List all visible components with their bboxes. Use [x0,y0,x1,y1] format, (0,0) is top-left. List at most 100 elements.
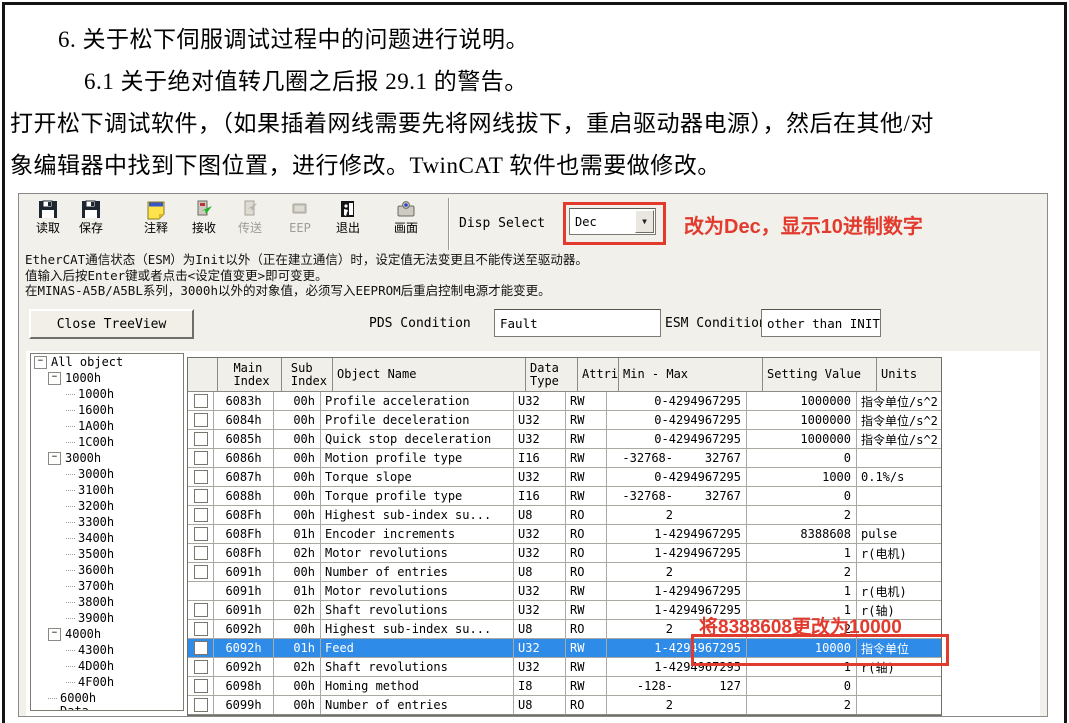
row-checkbox[interactable] [194,413,208,427]
collapse-minus-icon[interactable]: − [48,628,61,641]
tree-item-4f00h[interactable]: 4F00h [31,674,183,690]
min-value: 2 [607,698,673,712]
cell-min-max: 0-4294967295 [607,430,747,448]
table-row[interactable]: 608Fh01hEncoder incrementsU32RO1-4294967… [188,525,941,544]
row-checkbox[interactable] [194,546,208,560]
tree-item-4000h[interactable]: −4000h [31,626,183,642]
toolbar-button-label: 接收 [192,222,216,234]
tree-item-3500h[interactable]: 3500h [31,546,183,562]
table-row[interactable]: 6092h00hHighest sub-index su...U8RO22 [188,620,941,639]
row-checkbox[interactable] [194,470,208,484]
cell-object-name: Quick stop deceleration [321,430,514,448]
table-row[interactable]: 6098h00hHoming methodI8RW-128-1270 [188,677,941,696]
table-row[interactable]: 6085h00hQuick stop decelerationU32RW0-42… [188,430,941,449]
table-row[interactable]: 6087h00hTorque slopeU32RW0-4294967295100… [188,468,941,487]
cell-attribute: RO [566,544,607,562]
disp-select-value: Dec [570,215,635,229]
table-row[interactable]: 6099h00hNumber of entriesU8RO22 [188,696,941,715]
row-checkbox[interactable] [194,432,208,446]
tree-item-1c00h[interactable]: 1C00h [31,434,183,450]
table-row[interactable]: 6091h00hNumber of entriesU8RO22 [188,563,941,582]
cell-data-type: U8 [514,563,566,581]
row-checkbox[interactable] [194,603,208,617]
tree-item-3900h[interactable]: 3900h [31,610,183,626]
table-row[interactable]: 6092h02hShaft revolutionsU32RW1-42949672… [188,658,941,677]
cell-main-index: 6085h [214,430,274,448]
row-checkbox[interactable] [194,565,208,579]
row-checkbox[interactable] [194,451,208,465]
tree-item-4d00h[interactable]: 4D00h [31,658,183,674]
table-row[interactable]: 6086h00hMotion profile typeI16RW-32768-3… [188,449,941,468]
screen-button[interactable]: 画面 [383,200,429,248]
tree-connector [66,394,75,395]
chevron-down-icon[interactable]: ▼ [635,210,654,233]
object-table-rows: 6083h00hProfile accelerationU32RW0-42949… [188,392,941,715]
table-row[interactable]: 6083h00hProfile accelerationU32RW0-42949… [188,392,941,411]
tree-item-1000h[interactable]: −1000h [31,370,183,386]
row-checkbox[interactable] [194,698,208,712]
tree-item-3100h[interactable]: 3100h [31,482,183,498]
tree-item-6000h[interactable]: 6000h [31,690,183,706]
tree-item-3700h[interactable]: 3700h [31,578,183,594]
pds-condition-field[interactable]: Fault [494,309,661,337]
comment-button[interactable]: 注释 [133,200,179,248]
toolbar-button-label: 保存 [79,222,103,234]
collapse-minus-icon[interactable]: − [48,452,61,465]
table-row[interactable]: 608Fh02hMotor revolutionsU32RO1-42949672… [188,544,941,563]
save-button[interactable]: 保存 [68,200,114,248]
collapse-minus-icon[interactable]: − [48,372,61,385]
row-checkbox[interactable] [194,508,208,522]
cell-main-index: 6092h [214,658,274,676]
tree-item-3300h[interactable]: 3300h [31,514,183,530]
header-min-max: Min - Max [619,358,763,391]
comment-note-icon [144,200,168,220]
row-checkbox[interactable] [194,660,208,674]
tree-item-3200h[interactable]: 3200h [31,498,183,514]
row-checkbox[interactable] [194,527,208,541]
tree-item-label: 4300h [78,643,114,657]
row-checkbox[interactable] [194,394,208,408]
cell-object-name: Motion profile type [321,449,514,467]
cell-main-index: 6084h [214,411,274,429]
tree-item-all-object[interactable]: −All object [31,354,183,370]
row-checkbox[interactable] [194,489,208,503]
send-button[interactable]: 传送 [227,200,273,248]
cell-sub-index: 00h [274,506,321,524]
tree-item-3000h[interactable]: 3000h [31,466,183,482]
close-treeview-button[interactable]: Close TreeView [29,309,194,339]
table-row[interactable]: 6088h00hTorque profile typeI16RW-32768-3… [188,487,941,506]
table-row[interactable]: 6092h01hFeedU32RW1-429496729510000指令单位 [188,639,941,658]
min-value: 1- [607,546,669,560]
object-tree: −All object−1000h1000h1600h1A00h1C00h−30… [30,353,184,711]
tree-item-3600h[interactable]: 3600h [31,562,183,578]
receive-button[interactable]: 接收 [181,200,227,248]
table-row[interactable]: 608Fh00hHighest sub-index su...U8RO22 [188,506,941,525]
read-button[interactable]: 读取 [25,200,71,248]
tree-item-data[interactable]: Data [31,706,183,711]
table-row[interactable]: 6091h02hShaft revolutionsU32RW1-42949672… [188,601,941,620]
tree-item-3800h[interactable]: 3800h [31,594,183,610]
tree-item-label: 3200h [78,499,114,513]
tree-item-1600h[interactable]: 1600h [31,402,183,418]
toolbar-button-label: 注释 [144,222,168,234]
max-value: 4294967295 [669,394,746,408]
disp-select-dropdown[interactable]: Dec ▼ [569,208,656,235]
collapse-minus-icon[interactable]: − [34,356,47,369]
row-checkbox[interactable] [194,641,208,655]
tree-item-3400h[interactable]: 3400h [31,530,183,546]
min-value: -32768- [607,489,673,503]
tree-item-3000h[interactable]: −3000h [31,450,183,466]
esm-condition-field[interactable]: other than INIT [761,309,881,337]
table-row[interactable]: 6084h00hProfile decelerationU32RW0-42949… [188,411,941,430]
row-checkbox[interactable] [194,679,208,693]
tree-item-4300h[interactable]: 4300h [31,642,183,658]
tree-item-1a00h[interactable]: 1A00h [31,418,183,434]
table-row[interactable]: 6091h01hMotor revolutionsU32RW1-42949672… [188,582,941,601]
cell-checkbox [188,468,214,486]
tree-item-1000h[interactable]: 1000h [31,386,183,402]
cell-min-max: -32768-32767 [607,449,747,467]
cell-main-index: 6087h [214,468,274,486]
eep-button[interactable]: EEP [277,200,323,248]
row-checkbox[interactable] [194,622,208,636]
exit-button[interactable]: 退出 [325,200,371,248]
